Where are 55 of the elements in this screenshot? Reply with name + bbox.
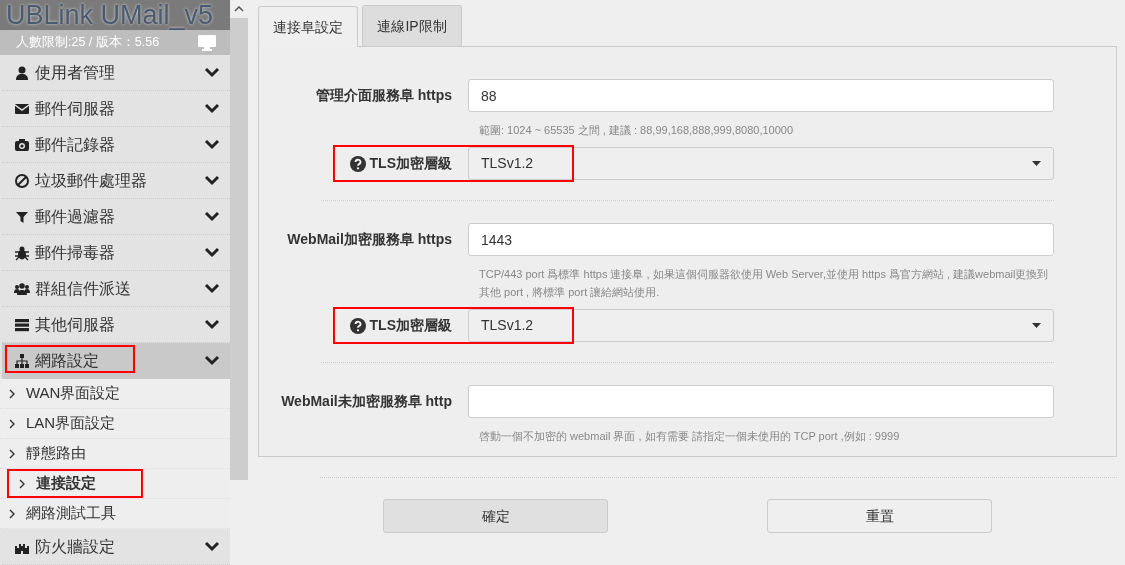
chevron-icon — [204, 210, 220, 223]
submit-button[interactable]: 確定 — [383, 499, 608, 533]
help-text: 範圍: 1024 ~ 65535 之間 , 建議 : 88,99,168,888,999,8080,10000 — [479, 123, 795, 138]
chevron-icon — [204, 354, 220, 367]
menu-item[interactable]: 網路設定 — [2, 343, 230, 379]
chevron-icon — [204, 282, 220, 295]
chevron-icon — [204, 102, 220, 115]
field-label: TLS加密層級 — [369, 154, 452, 173]
users-icon — [14, 280, 30, 297]
monitor-icon — [198, 34, 216, 51]
chevron-icon — [8, 418, 16, 429]
chevron-icon — [204, 138, 220, 151]
select-dropdown[interactable]: TLSv1.2 — [468, 147, 1054, 180]
version-info: 人數限制:25 / 版本：5.56 — [16, 34, 160, 52]
reset-button[interactable]: 重置 — [767, 499, 992, 533]
user-icon — [14, 64, 30, 81]
submenu-item[interactable]: 靜態路由 — [0, 439, 230, 469]
tab[interactable]: 連接阜設定 — [258, 6, 358, 47]
server-icon — [14, 316, 30, 333]
submenu-item[interactable]: LAN界面設定 — [0, 409, 230, 439]
caret-icon — [1032, 323, 1041, 328]
input-field[interactable]: 88 — [468, 79, 1054, 112]
help-icon[interactable] — [349, 155, 366, 172]
chevron-icon — [8, 388, 16, 399]
submenu-item[interactable]: WAN界面設定 — [0, 379, 230, 409]
input-field[interactable]: 1443 — [468, 223, 1054, 256]
chevron-icon — [204, 318, 220, 331]
tab[interactable]: 連線IP限制 — [362, 5, 462, 46]
submenu-item[interactable]: 連接設定 — [0, 469, 230, 499]
chevron-icon — [204, 66, 220, 79]
submenu-item[interactable]: 網路測試工具 — [0, 499, 230, 529]
bug-icon — [14, 244, 30, 261]
chevron-icon — [204, 540, 220, 553]
chevron-icon — [204, 246, 220, 259]
help-icon[interactable] — [349, 317, 366, 334]
scroll-up-button[interactable] — [230, 0, 248, 18]
sitemap-icon — [14, 352, 30, 369]
chevron-icon — [204, 174, 220, 187]
ban-icon — [14, 172, 30, 189]
camera-icon — [14, 136, 30, 153]
chevron-icon — [18, 478, 26, 489]
help-text: TCP/443 port 爲標準 https 連接阜 , 如果這個伺服器欲使用 Web Server,並使用 https 爲官方網站 , 建議webmail更換到其他 port , 將標準 port 讓給網站使用. — [479, 267, 1050, 300]
select-dropdown[interactable]: TLSv1.2 — [468, 309, 1054, 342]
field-label: 管理介面服務阜 https — [315, 86, 452, 105]
menu-item[interactable]: 郵件記錄器 — [2, 127, 230, 163]
chevron-icon — [8, 508, 16, 519]
app-title: UBLink UMail_v5 — [0, 0, 230, 30]
field-label: WebMail未加密服務阜 http — [281, 392, 452, 411]
caret-icon — [1032, 161, 1041, 166]
chevron-icon — [8, 448, 16, 459]
field-label: WebMail加密服務阜 https — [287, 230, 452, 249]
caret-icon — [234, 6, 244, 12]
help-text: 啓動一個不加密的 webmail 界面 , 如有需要 請指定一個未使用的 TCP port ,例如 : 9999 — [479, 429, 901, 444]
input-field[interactable] — [468, 385, 1054, 418]
field-label: TLS加密層級 — [369, 316, 452, 335]
